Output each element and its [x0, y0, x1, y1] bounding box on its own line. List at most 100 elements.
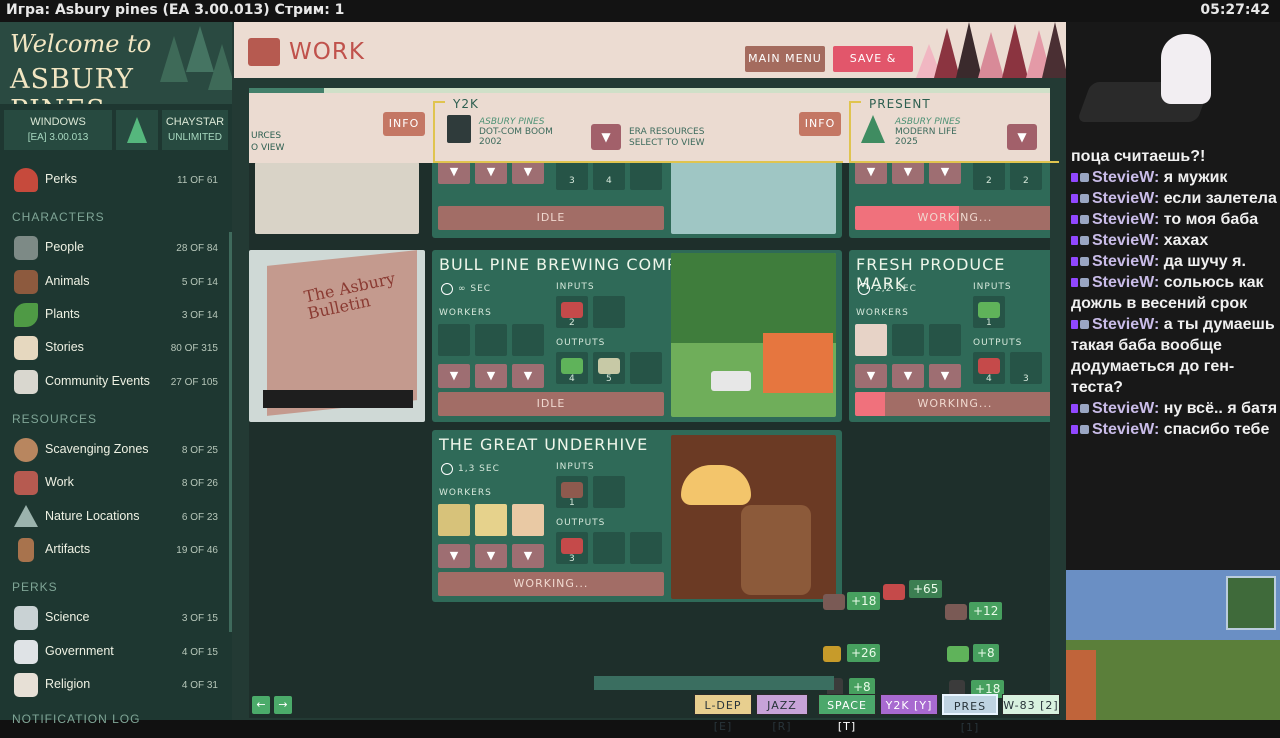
output-count: 2	[986, 176, 993, 186]
worker-dropdown[interactable]: ▼	[438, 160, 470, 184]
minimap	[1226, 576, 1276, 630]
sidebar-item-government[interactable]: Government 4 OF 15	[0, 636, 232, 668]
output-count: 2	[1023, 176, 1030, 186]
worker-dropdown[interactable]: ▼	[855, 364, 887, 388]
worker-dropdown[interactable]: ▼	[512, 544, 544, 568]
sidebar-item-label: Work	[45, 475, 74, 489]
era-resources-hint: SELECT TO VIEW	[629, 138, 705, 148]
sidebar-item-plants[interactable]: Plants 3 OF 14	[0, 299, 232, 331]
newspaper-icon	[14, 370, 38, 394]
sidebar-item-science[interactable]: Science 3 OF 15	[0, 602, 232, 634]
scroll-icon	[14, 336, 38, 360]
office-image	[671, 158, 836, 234]
worker-slot[interactable]	[929, 324, 961, 356]
output-slot: 4	[556, 352, 588, 384]
badge-icon	[1080, 236, 1089, 245]
badge-icon	[1080, 425, 1089, 434]
church-icon	[14, 673, 38, 697]
sidebar-item-community-events[interactable]: Community Events 27 OF 105	[0, 366, 232, 398]
worker-dropdown[interactable]: ▼	[512, 160, 544, 184]
input-count: 1	[986, 318, 993, 328]
main-menu-button[interactable]: MAIN MENU	[745, 46, 825, 72]
version-label: [EA] 3.00.013	[27, 132, 89, 143]
outputs-label: OUTPUTS	[556, 338, 606, 348]
worker-dropdown[interactable]: ▼	[475, 160, 507, 184]
scroll-right-button[interactable]: →	[274, 696, 292, 714]
worker-dropdown[interactable]: ▼	[929, 160, 961, 184]
pine-decoration	[1002, 24, 1028, 78]
era-year: 2002	[479, 137, 502, 147]
era-shortcut-y2k[interactable]: Y2K [Y]	[880, 694, 938, 715]
era-info-button[interactable]: INFO	[799, 112, 841, 136]
sidebar-item-work[interactable]: Work 8 OF 26	[0, 467, 232, 499]
worker-dropdown[interactable]: ▼	[475, 364, 507, 388]
cave-image	[671, 435, 836, 599]
worker-dropdown[interactable]: ▼	[512, 364, 544, 388]
worker-ladybug[interactable]	[475, 504, 507, 536]
trophy-icon	[823, 646, 841, 662]
input-count: 1	[569, 498, 576, 508]
badge-icon	[1080, 173, 1089, 182]
work-card-produce-market: FRESH PRODUCE MARK 2,2 SEC WORKERS ▼ ▼ ▼…	[849, 250, 1050, 422]
era-resources-dropdown[interactable]: ▼	[591, 124, 621, 150]
section-resources: RESOURCES	[12, 412, 98, 426]
worker-slot[interactable]	[438, 324, 470, 356]
chat-message: StevieW: хахах	[1071, 230, 1279, 251]
chat-user: StevieW:	[1092, 316, 1160, 333]
chat-message: StevieW: то моя баба	[1071, 209, 1279, 230]
era-resources-dropdown[interactable]: ▼	[1007, 124, 1037, 150]
clock-icon	[441, 283, 453, 295]
twitch-icon	[1071, 257, 1078, 266]
era-shortcut-space[interactable]: SPACE [T]	[818, 694, 876, 733]
worker-dropdown[interactable]: ▼	[892, 364, 924, 388]
input-slot	[593, 476, 625, 508]
horizontal-scrollbar[interactable]	[594, 676, 834, 690]
era-info-button[interactable]: INFO	[383, 112, 425, 136]
sidebar-item-animals[interactable]: Animals 5 OF 14	[0, 266, 232, 298]
sidebar-item-religion[interactable]: Religion 4 OF 31	[0, 669, 232, 701]
worker-dropdown[interactable]: ▼	[892, 160, 924, 184]
worker-slot[interactable]	[512, 324, 544, 356]
worker-slot[interactable]	[475, 324, 507, 356]
chat-message: StevieW: я мужик	[1071, 167, 1279, 188]
sidebar-scrollbar[interactable]	[229, 232, 232, 632]
sidebar-item-scavenging-zones[interactable]: Scavenging Zones 8 OF 25	[0, 434, 232, 466]
era-town: ASBURY PINES	[479, 117, 545, 127]
meat-icon	[883, 584, 905, 600]
era-shortcut-present[interactable]: PRES [1]	[942, 694, 998, 734]
sidebar-item-stories[interactable]: Stories 80 OF 315	[0, 332, 232, 364]
worker-dropdown[interactable]: ▼	[929, 364, 961, 388]
era-shortcut-ldep[interactable]: L-DEP [E]	[694, 694, 752, 733]
twitch-icon	[1071, 320, 1078, 329]
worker-dropdown[interactable]: ▼	[475, 544, 507, 568]
scroll-left-button[interactable]: ←	[252, 696, 270, 714]
sidebar-item-nature-locations[interactable]: Nature Locations 6 OF 23	[0, 501, 232, 533]
sidebar-item-label: Stories	[45, 340, 84, 354]
platform-label: WINDOWS	[30, 116, 86, 128]
save-quit-button[interactable]: SAVE & QUIT	[833, 46, 913, 72]
worker-slot[interactable]	[892, 324, 924, 356]
twitch-icon	[1071, 236, 1078, 245]
building-awning	[263, 390, 413, 408]
wood-icon	[561, 482, 583, 498]
worker-beetle[interactable]	[438, 504, 470, 536]
wood-icon	[823, 594, 845, 610]
sidebar-item-perks[interactable]: Perks 11 OF 61	[0, 164, 232, 196]
game-mode[interactable]: CHAYSTAR UNLIMITED	[162, 110, 228, 150]
worker-dropdown[interactable]: ▼	[855, 160, 887, 184]
input-slot	[593, 296, 625, 328]
era-shortcut-jazz[interactable]: JAZZ [R]	[756, 694, 808, 733]
chat-text: да шучу я.	[1163, 253, 1246, 270]
minecraft-overlay	[1066, 570, 1280, 720]
worker-dropdown[interactable]: ▼	[438, 544, 470, 568]
sidebar-item-count: 3 OF 14	[181, 310, 218, 321]
worker-dropdown[interactable]: ▼	[438, 364, 470, 388]
wood-icon	[945, 604, 967, 620]
pine-mode-icon[interactable]	[116, 110, 158, 150]
era-shortcut-w83[interactable]: W-83 [2]	[1002, 694, 1060, 715]
chat-text: ну всё.. я батя	[1163, 400, 1278, 417]
sidebar-item-artifacts[interactable]: Artifacts 19 OF 46	[0, 534, 232, 566]
worker-portrait[interactable]	[855, 324, 887, 356]
worker-mosquito[interactable]	[512, 504, 544, 536]
sidebar-item-people[interactable]: People 28 OF 84	[0, 232, 232, 264]
